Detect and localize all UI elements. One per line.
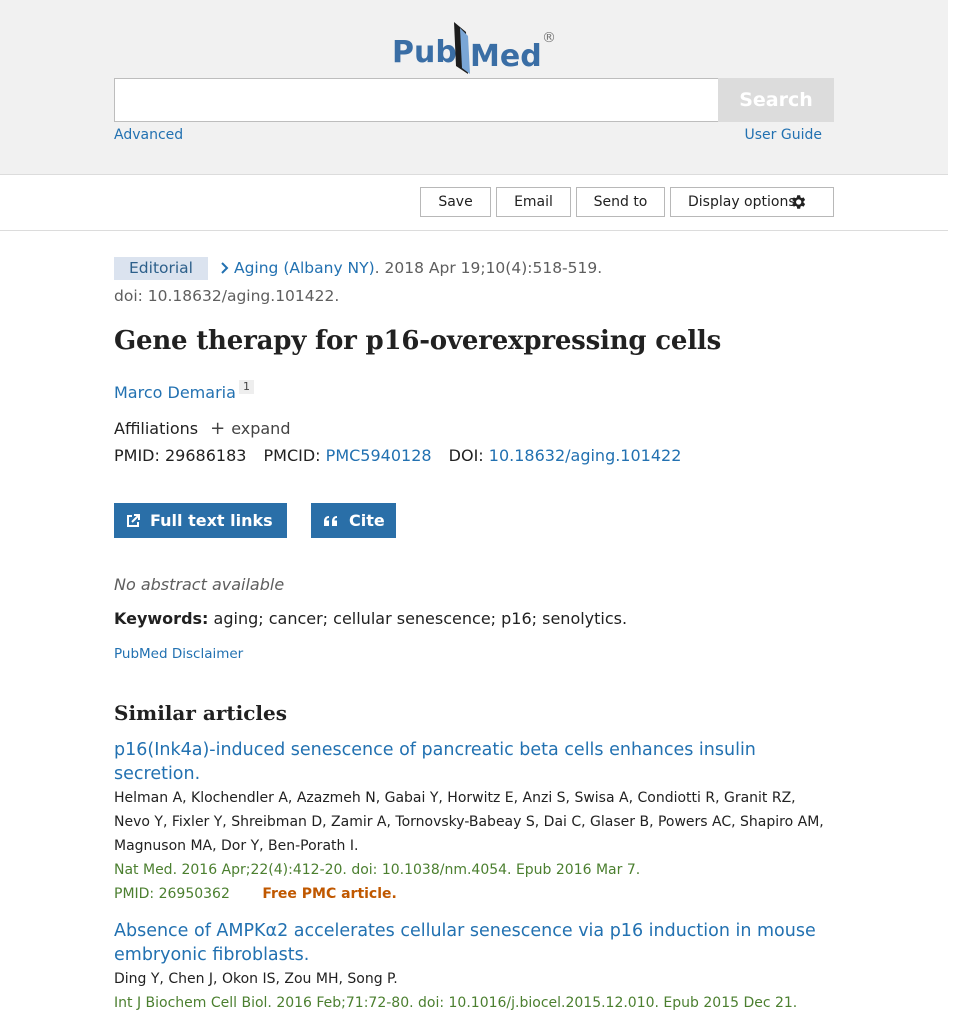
similar-article-pmid: PMID: 26950362 xyxy=(114,886,230,902)
pmid-label: PMID: xyxy=(114,446,160,465)
display-options-label: Display options xyxy=(688,194,796,210)
similar-article-source: Nat Med. 2016 Apr;22(4):412-20. doi: 10.… xyxy=(114,862,641,878)
pubmed-disclaimer-link[interactable]: PubMed Disclaimer xyxy=(114,646,243,662)
search-input[interactable] xyxy=(114,78,719,122)
action-bar: Save Email Send to Display options xyxy=(0,176,948,231)
advanced-search-link[interactable]: Advanced xyxy=(114,127,183,143)
similar-article: p16(Ink4a)-induced senescence of pancrea… xyxy=(114,738,834,906)
full-text-links-button[interactable]: Full text links xyxy=(114,503,287,538)
no-abstract-note: No abstract available xyxy=(114,575,285,594)
journal-link[interactable]: Aging (Albany NY) xyxy=(234,259,375,277)
send-to-button[interactable]: Send to xyxy=(576,187,665,217)
gear-icon xyxy=(792,195,806,209)
similar-article: Absence of AMPKα2 accelerates cellular s… xyxy=(114,919,834,1014)
similar-article-title-link[interactable]: Absence of AMPKα2 accelerates cellular s… xyxy=(114,919,834,967)
display-options-button[interactable]: Display options xyxy=(670,187,834,217)
similar-article-pmid-row: PMID: 26950362 Free PMC article. xyxy=(114,882,834,906)
free-pmc-article-badge: Free PMC article. xyxy=(262,886,397,902)
svg-text:®: ® xyxy=(542,30,556,46)
expand-label: expand xyxy=(231,419,291,438)
external-link-icon xyxy=(127,513,140,527)
affiliations-row: Affiliations + expand xyxy=(114,419,290,438)
author-affiliation-number[interactable]: 1 xyxy=(239,380,254,394)
save-button[interactable]: Save xyxy=(420,187,491,217)
email-button[interactable]: Email xyxy=(496,187,571,217)
pmid-value: 29686183 xyxy=(164,446,247,465)
search-header: Pub Med ® Search Advanced User Guide xyxy=(0,0,948,175)
doi-link[interactable]: 10.18632/aging.101422 xyxy=(489,446,682,465)
cite-label: Cite xyxy=(349,511,385,530)
expand-affiliations-button[interactable]: + expand xyxy=(210,419,290,438)
pubmed-logo[interactable]: Pub Med ® xyxy=(390,18,560,78)
author-link[interactable]: Marco Demaria xyxy=(114,383,236,402)
keywords-label: Keywords: xyxy=(114,609,209,628)
pmcid-label: PMCID: xyxy=(263,446,321,465)
svg-text:Pub: Pub xyxy=(392,35,457,70)
similar-article-source: Int J Biochem Cell Biol. 2016 Feb;71:72-… xyxy=(114,995,798,1011)
similar-article-authors: Helman A, Klochendler A, Azazmeh N, Gaba… xyxy=(114,790,824,854)
citation-text: . 2018 Apr 19;10(4):518-519. xyxy=(374,259,603,277)
article-type-badge: Editorial xyxy=(114,256,208,280)
chevron-right-icon xyxy=(221,262,229,274)
similar-article-authors: Ding Y, Chen J, Okon IS, Zou MH, Song P. xyxy=(114,971,398,987)
pmcid-link[interactable]: PMC5940128 xyxy=(326,446,432,465)
full-text-links-label: Full text links xyxy=(150,511,273,530)
keywords-list: aging; cancer; cellular senescence; p16;… xyxy=(213,609,628,628)
user-guide-link[interactable]: User Guide xyxy=(745,127,822,143)
affiliations-label: Affiliations xyxy=(114,419,199,438)
svg-text:Med: Med xyxy=(470,39,542,74)
search-button[interactable]: Search xyxy=(718,78,834,122)
doi-label: DOI: xyxy=(448,446,484,465)
keywords-row: Keywords: aging; cancer; cellular senesc… xyxy=(114,609,627,628)
quote-icon xyxy=(324,515,337,526)
article-title: Gene therapy for p16-overexpressing cell… xyxy=(114,326,722,356)
identifiers-row: PMID: 29686183 PMCID: PMC5940128 DOI: 10… xyxy=(114,446,681,465)
cite-button[interactable]: Cite xyxy=(311,503,396,538)
doi-line: doi: 10.18632/aging.101422. xyxy=(114,287,340,305)
similar-article-title-link[interactable]: p16(Ink4a)-induced senescence of pancrea… xyxy=(114,738,834,786)
similar-articles-heading: Similar articles xyxy=(114,701,287,725)
article-citation-line: Editorial Aging (Albany NY) . 2018 Apr 1… xyxy=(114,256,602,280)
plus-icon: + xyxy=(210,417,226,439)
